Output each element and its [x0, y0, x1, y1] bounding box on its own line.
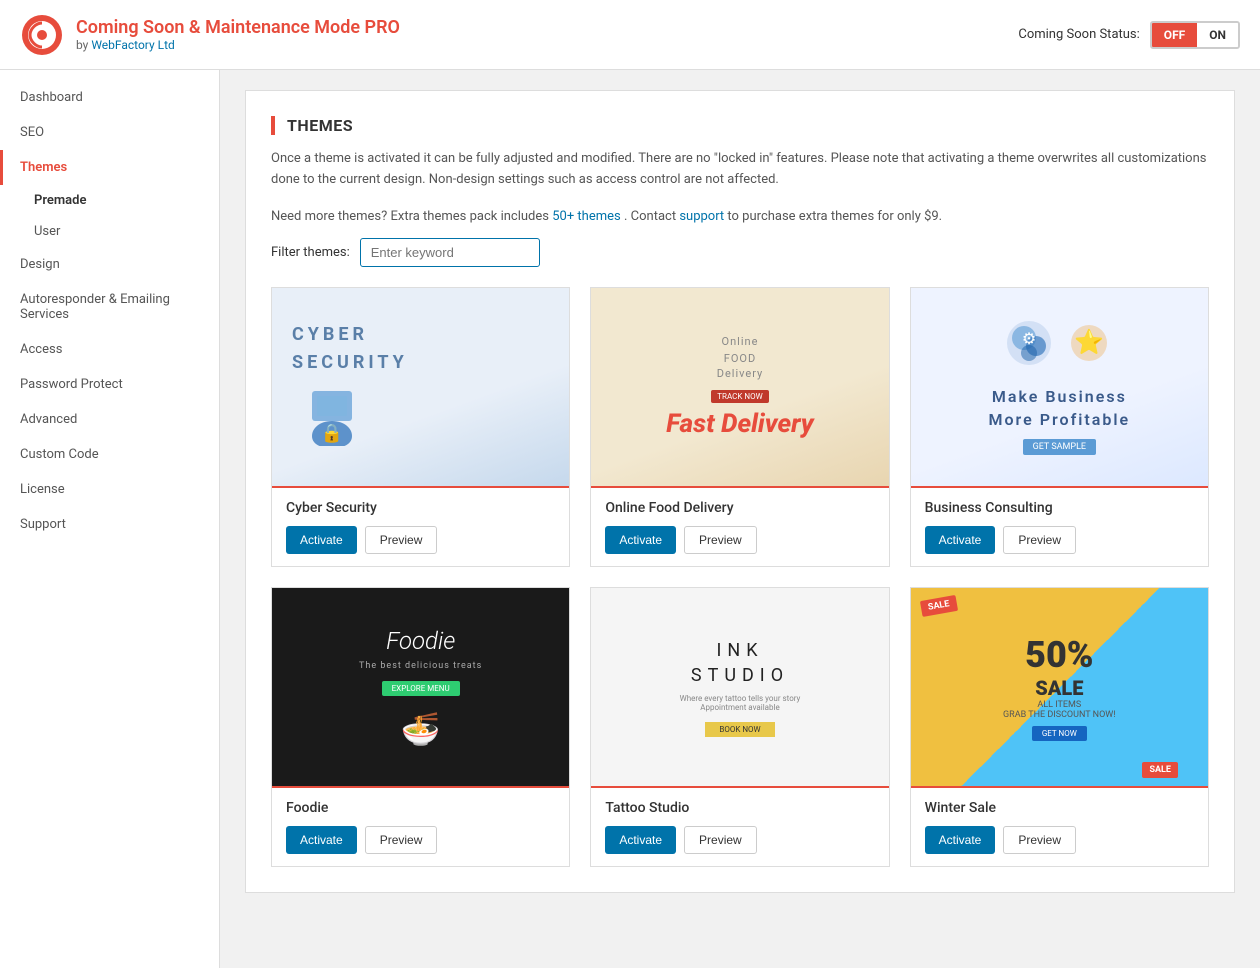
preview-button-cyber-security[interactable]: Preview [365, 526, 438, 554]
app-title-pro: PRO [365, 17, 400, 38]
activate-button-foodie[interactable]: Activate [286, 826, 357, 854]
theme-info-foodie: Foodie Activate Preview [272, 788, 569, 866]
sidebar-item-access[interactable]: Access [0, 332, 219, 367]
theme-image-food-delivery: Online FOOD Delivery TRACK NOW Fast Deli… [591, 288, 888, 488]
preview-button-tattoo-studio[interactable]: Preview [684, 826, 757, 854]
app-subtitle: by WebFactory Ltd [76, 38, 400, 52]
theme-name-winter-sale: Winter Sale [925, 800, 1194, 816]
business-preview: ⚙ ⭐ Make BusinessMore Profitable GET SAM… [911, 288, 1208, 487]
header: Coming Soon & Maintenance Mode PRO by We… [0, 0, 1260, 70]
theme-card-cyber-security: CYBER SECURITY 🔒 [271, 287, 570, 567]
activate-button-cyber-security[interactable]: Activate [286, 526, 357, 554]
sidebar-item-seo[interactable]: SEO [0, 115, 219, 150]
subtitle-by: by [76, 38, 91, 52]
theme-image-winter-sale: SALE SALE 50% SALE ALL ITEMSGRAB THE DIS… [911, 588, 1208, 788]
theme-actions-tattoo-studio: Activate Preview [605, 826, 874, 854]
filter-input[interactable] [360, 238, 540, 267]
themes-grid: CYBER SECURITY 🔒 [271, 287, 1209, 867]
sidebar-item-custom-code[interactable]: Custom Code [0, 437, 219, 472]
svg-text:⚙: ⚙ [1022, 329, 1036, 348]
theme-actions-winter-sale: Activate Preview [925, 826, 1194, 854]
sidebar-item-advanced[interactable]: Advanced [0, 402, 219, 437]
sidebar-item-design[interactable]: Design [0, 247, 219, 282]
filter-label: Filter themes: [271, 245, 350, 260]
sidebar: Dashboard SEO Themes Premade User Design… [0, 70, 220, 968]
main-layout: Dashboard SEO Themes Premade User Design… [0, 70, 1260, 968]
sidebar-item-support[interactable]: Support [0, 507, 219, 542]
status-label: Coming Soon Status: [1018, 27, 1139, 42]
extra-text-before: Need more themes? Extra themes pack incl… [271, 209, 552, 224]
theme-card-food-delivery: Online FOOD Delivery TRACK NOW Fast Deli… [590, 287, 889, 567]
preview-button-winter-sale[interactable]: Preview [1003, 826, 1076, 854]
theme-info-tattoo-studio: Tattoo Studio Activate Preview [591, 788, 888, 866]
food-preview: Online FOOD Delivery TRACK NOW Fast Deli… [591, 288, 888, 487]
sidebar-item-license[interactable]: License [0, 472, 219, 507]
extra-text-after: to purchase extra themes for only $9. [727, 209, 942, 224]
tattoo-preview: INKSTUDIO Where every tattoo tells your … [591, 588, 888, 788]
preview-button-business-consulting[interactable]: Preview [1003, 526, 1076, 554]
theme-name-business-consulting: Business Consulting [925, 500, 1194, 516]
themes-description: Once a theme is activated it can be full… [271, 149, 1209, 191]
webfactory-link[interactable]: WebFactory Ltd [91, 38, 174, 52]
themes-section-title: THEMES [271, 116, 1209, 135]
sidebar-item-password-protect[interactable]: Password Protect [0, 367, 219, 402]
svg-text:⭐: ⭐ [1074, 328, 1104, 356]
activate-button-tattoo-studio[interactable]: Activate [605, 826, 676, 854]
theme-image-business-consulting: ⚙ ⭐ Make BusinessMore Profitable GET SAM… [911, 288, 1208, 488]
activate-button-business-consulting[interactable]: Activate [925, 526, 996, 554]
sidebar-item-autoresponder[interactable]: Autoresponder & Emailing Services [0, 282, 219, 332]
themes-card: THEMES Once a theme is activated it can … [245, 90, 1235, 893]
foodie-preview: Foodie The best delicious treats EXPLORE… [272, 588, 569, 788]
activate-button-food-delivery[interactable]: Activate [605, 526, 676, 554]
status-toggle[interactable]: OFF ON [1150, 21, 1240, 49]
sidebar-item-user[interactable]: User [0, 216, 219, 247]
theme-actions-foodie: Activate Preview [286, 826, 555, 854]
support-link[interactable]: support [679, 209, 724, 224]
theme-image-foodie: Foodie The best delicious treats EXPLORE… [272, 588, 569, 788]
theme-info-food-delivery: Online Food Delivery Activate Preview [591, 488, 888, 566]
theme-actions-food-delivery: Activate Preview [605, 526, 874, 554]
preview-button-food-delivery[interactable]: Preview [684, 526, 757, 554]
theme-actions-cyber-security: Activate Preview [286, 526, 555, 554]
themes-pack-link[interactable]: 50+ themes [552, 209, 621, 224]
cyber-preview: CYBER SECURITY 🔒 [272, 288, 569, 487]
theme-info-winter-sale: Winter Sale Activate Preview [911, 788, 1208, 866]
sidebar-item-dashboard[interactable]: Dashboard [0, 80, 219, 115]
theme-info-cyber-security: Cyber Security Activate Preview [272, 488, 569, 566]
sale-preview: SALE SALE 50% SALE ALL ITEMSGRAB THE DIS… [911, 588, 1208, 788]
svg-text:🔒: 🔒 [321, 423, 343, 444]
activate-button-winter-sale[interactable]: Activate [925, 826, 996, 854]
theme-name-cyber-security: Cyber Security [286, 500, 555, 516]
theme-card-foodie: Foodie The best delicious treats EXPLORE… [271, 587, 570, 867]
main-content: THEMES Once a theme is activated it can … [220, 70, 1260, 968]
sidebar-item-premade[interactable]: Premade [0, 185, 219, 216]
app-title-text: Coming Soon & Maintenance Mode [76, 17, 360, 38]
preview-button-foodie[interactable]: Preview [365, 826, 438, 854]
theme-actions-business-consulting: Activate Preview [925, 526, 1194, 554]
logo-area: Coming Soon & Maintenance Mode PRO by We… [20, 13, 400, 57]
sidebar-item-themes[interactable]: Themes [0, 150, 219, 185]
theme-card-business-consulting: ⚙ ⭐ Make BusinessMore Profitable GET SAM… [910, 287, 1209, 567]
toggle-on-button[interactable]: ON [1197, 23, 1238, 47]
theme-name-food-delivery: Online Food Delivery [605, 500, 874, 516]
toggle-off-button[interactable]: OFF [1152, 23, 1197, 47]
themes-extra-info: Need more themes? Extra themes pack incl… [271, 209, 1209, 224]
status-area: Coming Soon Status: OFF ON [1018, 21, 1240, 49]
theme-card-tattoo-studio: INKSTUDIO Where every tattoo tells your … [590, 587, 889, 867]
filter-row: Filter themes: [271, 238, 1209, 267]
theme-card-winter-sale: SALE SALE 50% SALE ALL ITEMSGRAB THE DIS… [910, 587, 1209, 867]
app-logo-icon [20, 13, 64, 57]
app-title: Coming Soon & Maintenance Mode PRO [76, 17, 400, 38]
theme-info-business-consulting: Business Consulting Activate Preview [911, 488, 1208, 566]
theme-name-foodie: Foodie [286, 800, 555, 816]
extra-text-between: . Contact [624, 209, 679, 224]
theme-image-tattoo-studio: INKSTUDIO Where every tattoo tells your … [591, 588, 888, 788]
theme-image-cyber-security: CYBER SECURITY 🔒 [272, 288, 569, 488]
theme-name-tattoo-studio: Tattoo Studio [605, 800, 874, 816]
